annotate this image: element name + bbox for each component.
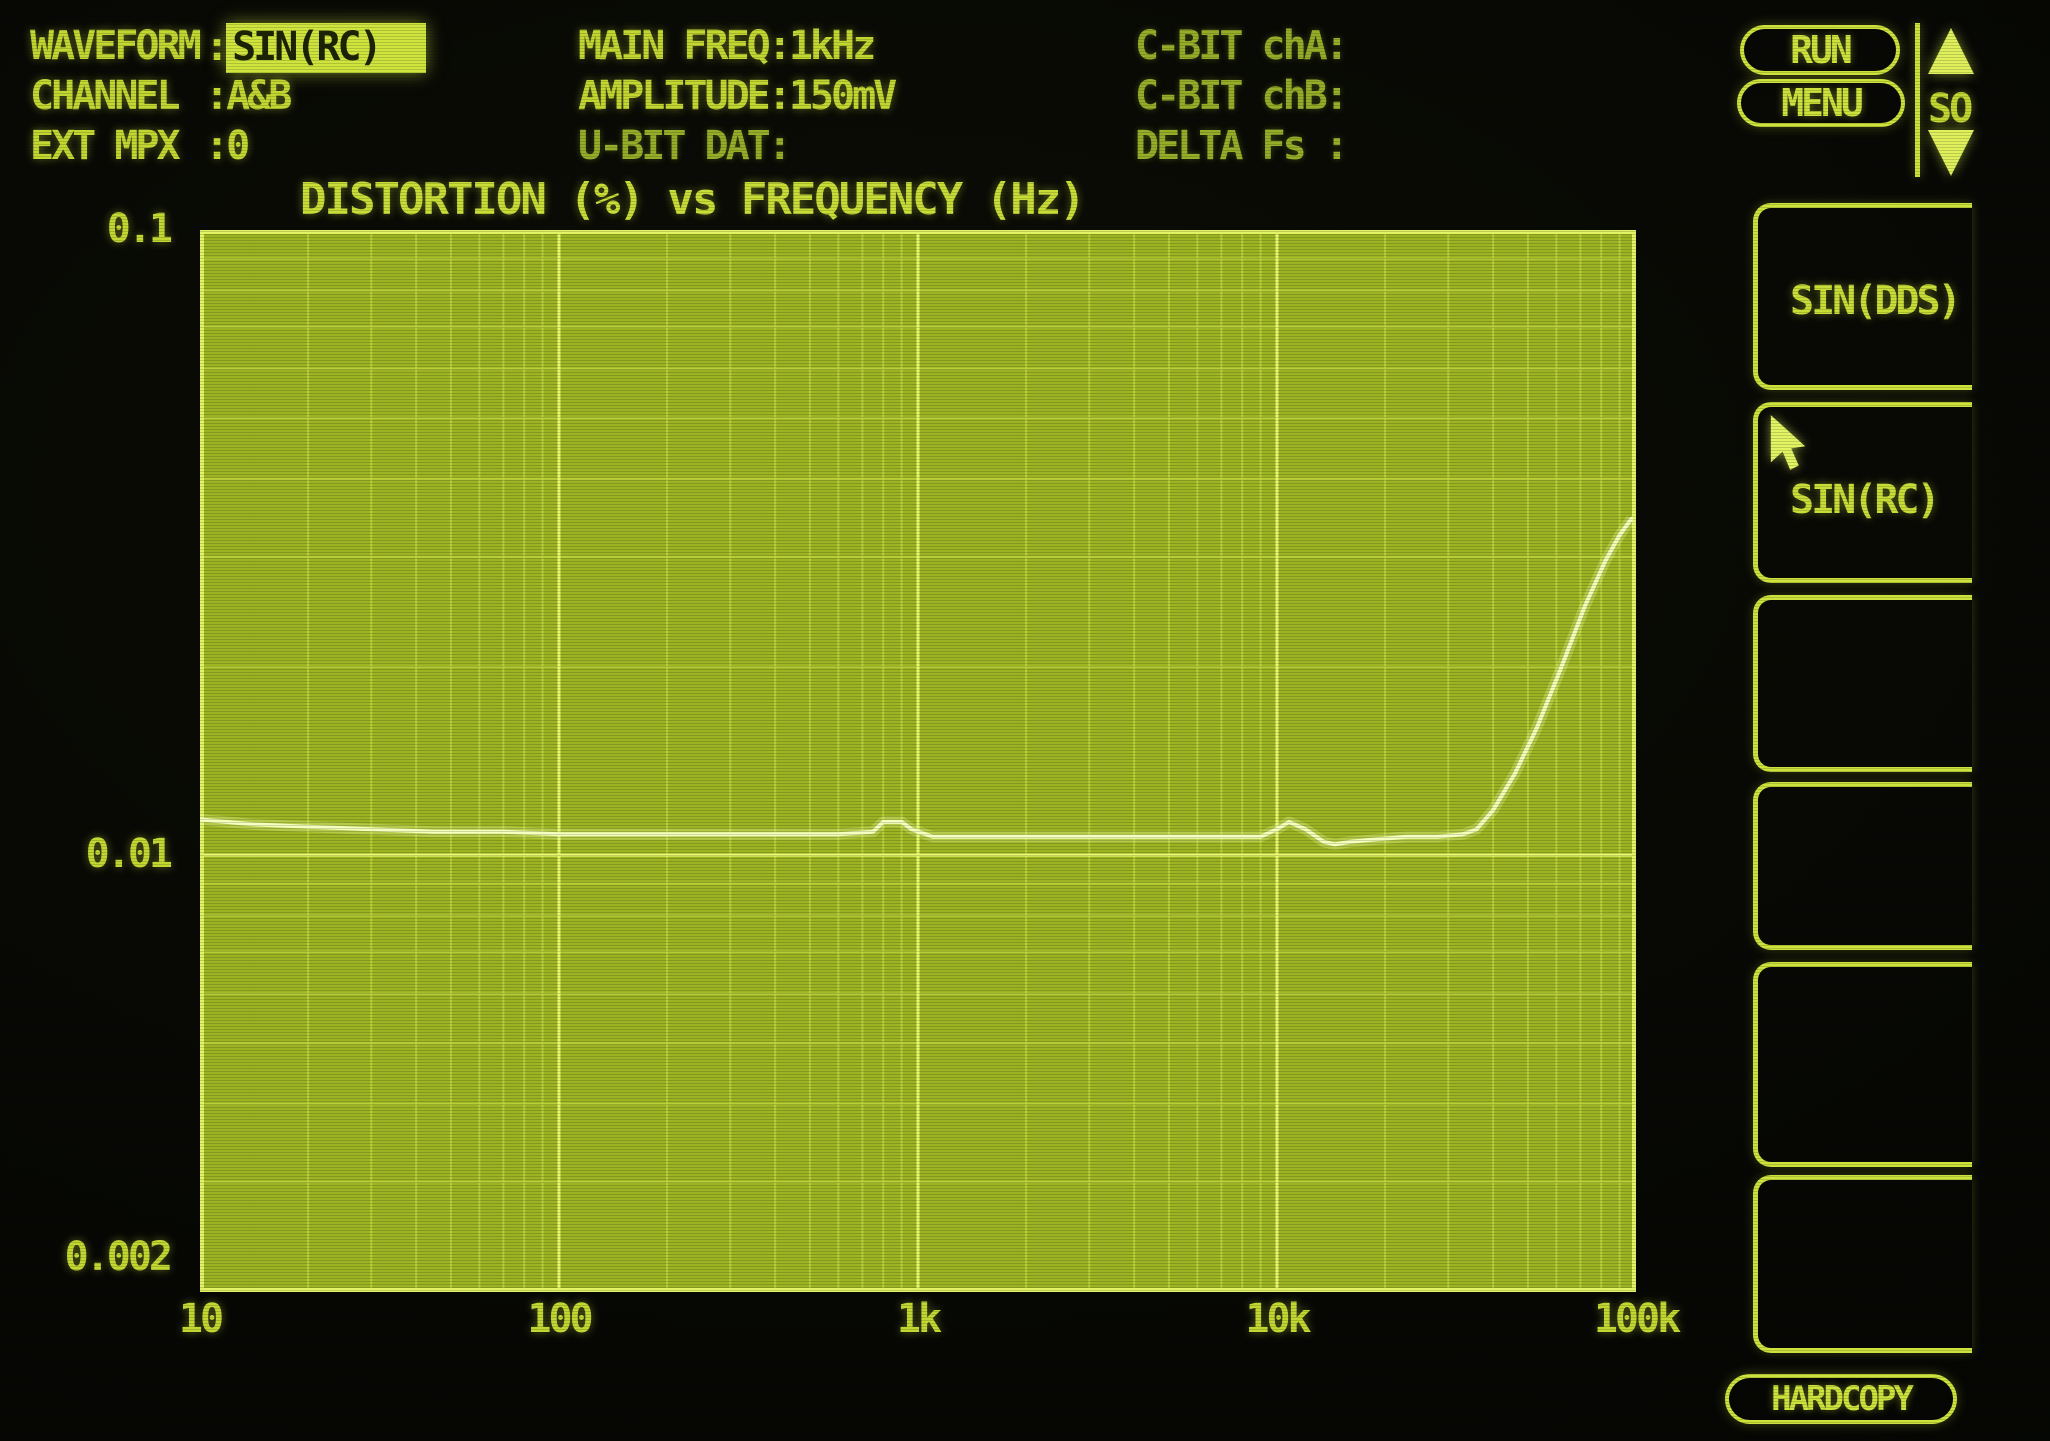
channel-field: :A&B xyxy=(205,73,289,119)
x-tick-label: 1k xyxy=(897,1296,939,1342)
y-tick-label: 0.002 xyxy=(30,1234,170,1280)
main-freq-field: MAIN FREQ:1kHz xyxy=(578,23,873,69)
ext-mpx-colon: : xyxy=(205,123,226,169)
scroll-up-icon[interactable] xyxy=(1928,28,1974,74)
softkey-empty-4[interactable] xyxy=(1753,782,1972,950)
channel-label: CHANNEL xyxy=(30,73,178,119)
hardcopy-button[interactable]: HARDCOPY xyxy=(1725,1374,1957,1424)
ext-mpx-field: :0 xyxy=(205,123,247,169)
channel-colon: : xyxy=(205,73,226,119)
softkey-empty-6[interactable] xyxy=(1753,1175,1972,1353)
scroll-down-icon[interactable] xyxy=(1928,130,1974,176)
y-tick-label: 0.1 xyxy=(30,206,170,252)
c-bit-cha-field: C-BIT chA: xyxy=(1135,23,1346,69)
distortion-chart xyxy=(200,230,1636,1292)
scroll-label: SO xyxy=(1928,86,1970,132)
run-button-label: RUN xyxy=(1790,28,1850,72)
analyzer-screen: WAVEFORM :SIN(RC) CHANNEL :A&B EXT MPX :… xyxy=(0,0,2050,1441)
run-button[interactable]: RUN xyxy=(1740,25,1900,75)
ext-mpx-label: EXT MPX xyxy=(30,123,178,169)
softkey-empty-3[interactable] xyxy=(1753,595,1972,772)
mouse-cursor-icon xyxy=(1768,414,1808,472)
softkey-label: SIN(DDS) xyxy=(1790,278,1959,324)
channel-value: A&B xyxy=(226,73,289,119)
softkey-empty-5[interactable] xyxy=(1753,962,1972,1167)
waveform-field: :SIN(RC) xyxy=(205,23,426,73)
chart-canvas xyxy=(200,230,1636,1292)
chart-title: DISTORTION (%) vs FREQUENCY (Hz) xyxy=(300,174,1084,225)
amplitude-field: AMPLITUDE:150mV xyxy=(578,73,894,119)
softkey-label: SIN(RC) xyxy=(1790,477,1938,523)
softkey-sin-dds[interactable]: SIN(DDS) xyxy=(1753,203,1972,390)
ext-mpx-value: 0 xyxy=(226,123,247,169)
scroll-divider xyxy=(1915,23,1920,177)
menu-button-label: MENU xyxy=(1781,81,1861,125)
waveform-label: WAVEFORM xyxy=(30,23,199,69)
x-tick-label: 10 xyxy=(179,1296,221,1342)
u-bit-dat-field: U-BIT DAT: xyxy=(578,123,789,169)
x-tick-label: 100 xyxy=(527,1296,590,1342)
delta-fs-field: DELTA Fs : xyxy=(1135,123,1346,169)
waveform-value: SIN(RC) xyxy=(226,23,426,73)
y-tick-label: 0.01 xyxy=(30,831,170,877)
hardcopy-button-label: HARDCOPY xyxy=(1771,1379,1911,1419)
c-bit-chb-field: C-BIT chB: xyxy=(1135,73,1346,119)
waveform-colon: : xyxy=(205,24,226,70)
menu-button[interactable]: MENU xyxy=(1737,79,1905,127)
x-tick-label: 100k xyxy=(1594,1296,1678,1342)
x-tick-label: 10k xyxy=(1245,1296,1308,1342)
